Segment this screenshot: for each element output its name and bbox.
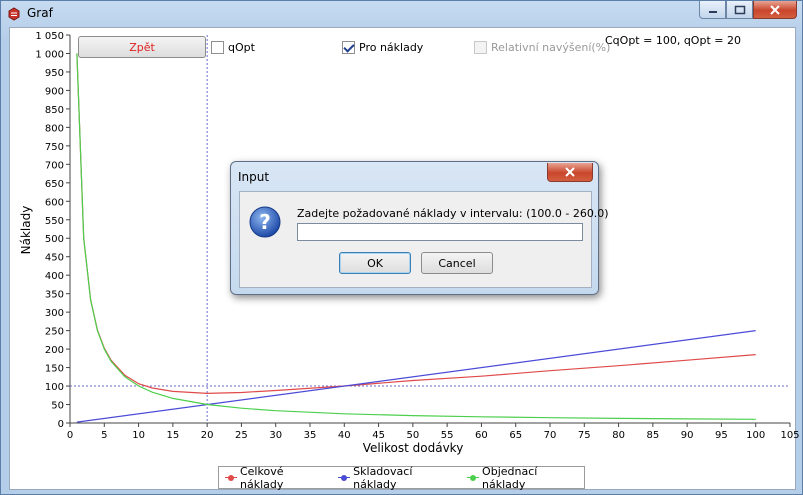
y-tick-label: 250 (45, 327, 64, 338)
legend-item-storage: Skladovací náklady (338, 465, 459, 491)
chart-legend: Celkové náklady Skladovací náklady Objed… (218, 465, 585, 491)
x-tick-label: 55 (441, 430, 454, 441)
y-tick-label: 200 (45, 345, 64, 356)
y-tick-label: 150 (45, 364, 64, 375)
x-tick-label: 70 (544, 430, 557, 441)
y-tick-label: 1 050 (35, 31, 64, 42)
cost-checkbox[interactable]: Pro náklady (342, 38, 423, 56)
y-tick-label: 350 (45, 290, 64, 301)
svg-text:?: ? (259, 210, 271, 234)
x-tick-label: 85 (646, 430, 659, 441)
y-axis-label: Náklady (19, 206, 33, 255)
x-tick-label: 25 (235, 430, 248, 441)
x-tick-label: 0 (67, 430, 73, 441)
y-tick-label: 750 (45, 142, 64, 153)
legend-label-storage: Skladovací náklady (353, 464, 413, 491)
series-line-1 (76, 330, 756, 423)
cancel-button[interactable]: Cancel (421, 252, 493, 274)
x-tick-label: 95 (715, 430, 728, 441)
legend-swatch-ordering (467, 474, 480, 482)
legend-label-total: Celkové náklady (239, 464, 284, 491)
legend-item-ordering: Objednací náklady (467, 465, 584, 491)
legend-label-ordering: Objednací náklady (482, 464, 538, 491)
x-tick-label: 75 (578, 430, 591, 441)
x-tick-label: 10 (132, 430, 145, 441)
y-tick-label: 450 (45, 253, 64, 264)
dialog-close-button[interactable] (547, 163, 593, 182)
legend-swatch-total (225, 474, 237, 482)
dialog-title: Input (238, 170, 270, 184)
y-tick-label: 950 (45, 68, 64, 79)
ok-button[interactable]: OK (339, 252, 411, 274)
x-tick-label: 5 (101, 430, 107, 441)
back-button[interactable]: Zpět (78, 36, 206, 58)
y-tick-label: 850 (45, 105, 64, 116)
input-dialog: Input ? Zadejte požadované náklady v int… (230, 161, 609, 295)
x-tick-label: 20 (201, 430, 214, 441)
y-tick-label: 550 (45, 216, 64, 227)
y-tick-label: 650 (45, 179, 64, 190)
qopt-checkbox[interactable]: qOpt (211, 38, 255, 56)
legend-item-total: Celkové náklady (225, 465, 330, 491)
back-button-label: Zpět (129, 40, 155, 54)
x-tick-label: 100 (746, 430, 765, 441)
x-tick-label: 40 (338, 430, 351, 441)
x-tick-label: 65 (509, 430, 522, 441)
y-tick-label: 700 (45, 160, 64, 171)
x-tick-label: 15 (166, 430, 179, 441)
close-icon (565, 167, 575, 177)
x-axis-label: Velikost dodávky (363, 441, 464, 455)
qopt-label: qOpt (228, 40, 255, 54)
y-tick-label: 50 (51, 401, 64, 412)
x-tick-label: 60 (475, 430, 488, 441)
y-tick-label: 600 (45, 197, 64, 208)
cost-checkbox-box[interactable] (342, 40, 355, 54)
relative-checkbox-box (474, 40, 487, 54)
y-tick-label: 400 (45, 271, 64, 282)
cancel-button-label: Cancel (438, 256, 476, 270)
x-tick-label: 30 (269, 430, 282, 441)
x-tick-label: 80 (612, 430, 625, 441)
qopt-checkbox-box[interactable] (211, 40, 224, 54)
relative-checkbox: Relativní navýšení(%) (474, 38, 610, 56)
cost-input[interactable] (297, 223, 583, 241)
question-icon: ? (249, 206, 281, 238)
x-tick-label: 105 (780, 430, 799, 441)
y-tick-label: 300 (45, 308, 64, 319)
x-tick-label: 90 (681, 430, 694, 441)
relative-label: Relativní navýšení(%) (491, 40, 611, 54)
legend-swatch-storage (338, 474, 351, 482)
cost-label: Pro náklady (359, 40, 424, 54)
y-tick-label: 1 000 (35, 49, 64, 60)
dialog-body: ? Zadejte požadované náklady v intervalu… (239, 191, 609, 288)
y-tick-label: 0 (58, 419, 64, 430)
x-tick-label: 45 (372, 430, 385, 441)
y-tick-label: 100 (45, 382, 64, 393)
y-tick-label: 500 (45, 234, 64, 245)
y-tick-label: 800 (45, 123, 64, 134)
x-tick-label: 50 (406, 430, 419, 441)
ok-button-label: OK (367, 256, 383, 270)
y-tick-label: 900 (45, 86, 64, 97)
x-tick-label: 35 (304, 430, 317, 441)
optimum-info-text: CqOpt = 100, qOpt = 20 (605, 34, 741, 47)
dialog-prompt: Zadejte požadované náklady v intervalu: … (297, 207, 609, 220)
